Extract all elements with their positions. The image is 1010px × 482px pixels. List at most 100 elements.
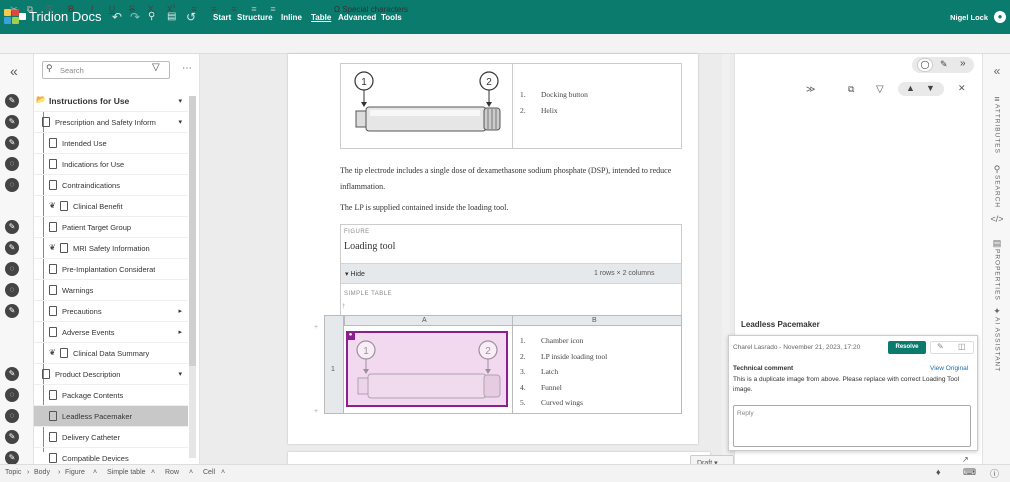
top-list-item[interactable]: Helix	[541, 106, 558, 115]
caret-down-icon[interactable]: ▾	[178, 370, 182, 378]
ai-assistant-tab[interactable]: ✦ AI ASSISTANT	[983, 306, 1010, 374]
edit-status-icon[interactable]: ✎	[5, 367, 19, 381]
tree-item[interactable]: ✎ Precautions ▸	[5, 301, 188, 322]
copy-link-icon[interactable]: ⧉	[848, 84, 854, 95]
edit-status-icon[interactable]: ✎	[5, 94, 19, 108]
filter-comments-icon[interactable]: ▽	[876, 84, 884, 95]
tree-item[interactable]: ◌ Pre-Implantation Considerat	[5, 259, 188, 280]
delete-comment-icon[interactable]: ◫	[958, 342, 966, 351]
subscript-icon[interactable]: X1	[144, 4, 160, 17]
menu-start[interactable]: Start	[213, 13, 231, 22]
caret-right-icon[interactable]: ▸	[178, 328, 182, 336]
table-list-item[interactable]: LP inside loading tool	[541, 352, 607, 361]
strikethrough-icon[interactable]: S	[124, 4, 140, 14]
tree-item[interactable]: ✎ Intended Use	[5, 133, 188, 154]
paste-icon[interactable]: ⎘	[42, 4, 58, 15]
info-icon[interactable]: ⓘ	[990, 467, 999, 480]
bulleted-list-icon[interactable]: ≡	[186, 4, 202, 14]
properties-tab[interactable]: ▤ PROPERTIES	[983, 238, 1010, 303]
tree-item[interactable]: ◌ Contraindications	[5, 175, 188, 196]
collapse-rail-icon[interactable]: «	[983, 64, 1010, 78]
attributes-tab[interactable]: ≡ ATTRIBUTES	[983, 94, 1010, 156]
caret-right-icon[interactable]: ▸	[178, 307, 182, 315]
edit-status-icon[interactable]: ✎	[5, 304, 19, 318]
notifications-icon[interactable]: ♦	[936, 467, 941, 477]
superscript-icon[interactable]: X1	[163, 4, 179, 14]
loading-tool-illustration[interactable]: 1 2	[348, 334, 506, 406]
cut-icon[interactable]: ✂	[6, 4, 22, 15]
collapse-all-icon[interactable]: ≫	[806, 84, 815, 95]
source-code-icon[interactable]: </>	[983, 214, 1010, 224]
tree-item[interactable]: ✎ Patient Target Group	[5, 217, 188, 238]
tree-item[interactable]: ✎ ❦ MRI Safety Information	[5, 238, 188, 259]
comments-view-icon[interactable]: ◯	[917, 58, 933, 72]
previous-comment-icon[interactable]: ▲	[906, 83, 915, 93]
tree-item[interactable]: ✎ Product Description ▾	[5, 364, 188, 385]
menu-tools[interactable]: Tools	[381, 13, 402, 22]
indent-icon[interactable]: ≡	[265, 4, 281, 14]
row-insert-marker[interactable]: +	[314, 408, 318, 415]
comment-status-icon[interactable]: ◌	[5, 283, 19, 297]
tree-item[interactable]: ◌ Indications for Use	[5, 154, 188, 175]
table-list-item[interactable]: Funnel	[541, 383, 562, 392]
menu-advanced[interactable]: Advanced	[338, 13, 376, 22]
tree-item[interactable]: ❦ Clinical Data Summary	[34, 343, 188, 364]
tree-item[interactable]: ◌ Warnings	[5, 280, 188, 301]
edit-status-icon[interactable]: ✎	[5, 451, 19, 465]
menu-structure[interactable]: Structure	[237, 13, 273, 22]
tree-item[interactable]: ✎ Prescription and Safety Inform ▾	[5, 112, 188, 133]
more-options-icon[interactable]: ⋯	[182, 63, 192, 74]
table-list-item[interactable]: Curved wings	[541, 398, 583, 407]
next-comment-icon[interactable]: ▼	[926, 83, 935, 93]
tree-item[interactable]: ❦ Clinical Benefit	[34, 196, 188, 217]
hide-toggle[interactable]: ▾ Hide	[345, 270, 365, 278]
caret-down-icon[interactable]: ▾	[178, 118, 182, 126]
menu-inline[interactable]: Inline	[281, 13, 302, 22]
user-avatar-icon[interactable]: ●	[994, 11, 1006, 23]
tree-item[interactable]: ◌ Leadless Pacemaker	[5, 406, 188, 427]
paragraph[interactable]: The tip electrode includes a single dose…	[340, 163, 690, 195]
edit-status-icon[interactable]: ✎	[5, 241, 19, 255]
user-name[interactable]: Nigel Lock	[950, 13, 988, 22]
breadcrumb-item[interactable]: Row	[165, 469, 179, 476]
chevron-up-icon[interactable]: ˄	[221, 469, 225, 476]
align-icon[interactable]: ≡	[226, 4, 242, 14]
edit-comment-icon[interactable]: ✎	[937, 342, 944, 351]
reply-input[interactable]	[733, 405, 971, 447]
keyboard-icon[interactable]: ⌨	[963, 467, 976, 478]
tree-item[interactable]: ✎ 📂 Instructions for Use ▾	[5, 91, 188, 112]
comment-status-icon[interactable]: ◌	[5, 388, 19, 402]
sidebar-scrollbar-thumb[interactable]	[189, 96, 196, 366]
column-insert-marker[interactable]: †	[342, 304, 346, 310]
figure-title[interactable]: Loading tool	[344, 241, 395, 252]
copy-icon[interactable]: ⧉	[22, 4, 38, 15]
close-icon[interactable]: ✕	[958, 83, 966, 94]
tree-item[interactable]: ✎ Delivery Catheter	[5, 427, 188, 448]
filter-icon[interactable]: ▽	[152, 62, 160, 73]
tree-item[interactable]: Adverse Events ▸	[34, 322, 188, 343]
comment-status-icon[interactable]: ◌	[5, 262, 19, 276]
chevron-up-icon[interactable]: ˄	[93, 469, 97, 476]
chevron-up-icon[interactable]: ˄	[189, 469, 193, 476]
edit-status-icon[interactable]: ✎	[5, 115, 19, 129]
view-original-link[interactable]: View Original	[930, 365, 968, 372]
review-view-icon[interactable]: ✎	[940, 59, 948, 70]
comment-status-icon[interactable]: ◌	[5, 157, 19, 171]
row-insert-marker[interactable]: +	[314, 324, 318, 331]
tree-item[interactable]: ◌ Package Contents	[5, 385, 188, 406]
expand-panel-icon[interactable]: »	[960, 58, 966, 69]
breadcrumb-item[interactable]: Topic	[5, 469, 21, 476]
chevron-up-icon[interactable]: ˄	[151, 469, 155, 476]
special-characters-button[interactable]: Ω Special characters	[334, 5, 408, 14]
breadcrumb-item[interactable]: Simple table	[107, 469, 146, 476]
caret-down-icon[interactable]: ▾	[178, 97, 182, 105]
bold-icon[interactable]: B	[63, 4, 79, 14]
outdent-icon[interactable]: ≡	[246, 4, 262, 14]
table-list-item[interactable]: Chamber icon	[541, 336, 583, 345]
underline-icon[interactable]: U	[104, 4, 120, 14]
row-number[interactable]: 1	[331, 366, 335, 373]
resolve-button[interactable]: Resolve	[888, 341, 926, 354]
comment-status-icon[interactable]: ◌	[5, 178, 19, 192]
top-list-item[interactable]: Docking button	[541, 90, 588, 99]
docking-illustration[interactable]: 1 2	[346, 69, 508, 143]
